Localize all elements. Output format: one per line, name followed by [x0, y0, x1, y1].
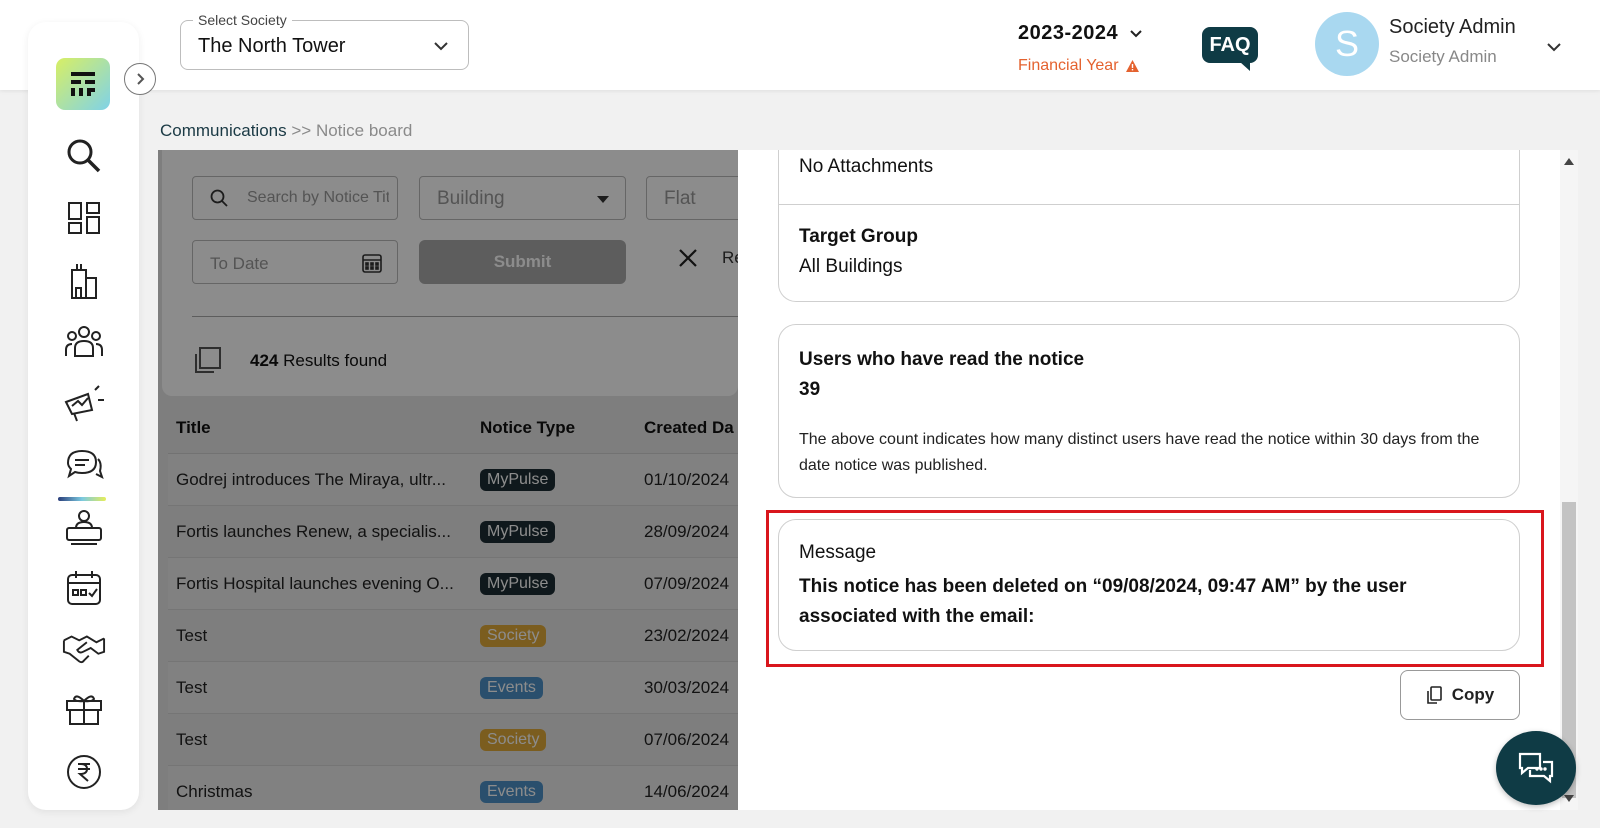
society-select-label: Select Society [193, 12, 292, 28]
financial-year-selector[interactable]: 2023-2024 Financial Year [1018, 22, 1144, 75]
read-count-note: The above count indicates how many disti… [799, 431, 1480, 474]
financial-year-label-text: Financial Year [1018, 57, 1119, 74]
breadcrumb-separator: >> [291, 121, 312, 140]
rupee-icon[interactable] [62, 750, 106, 794]
message-text: This notice has been deleted on “09/08/2… [799, 576, 1407, 627]
chevron-down-icon [1130, 29, 1142, 37]
copy-icon [1426, 686, 1442, 704]
announcement-icon[interactable] [62, 382, 106, 426]
message-label: Message [799, 542, 877, 563]
message-card: Message This notice has been deleted on … [778, 519, 1520, 651]
scroll-up-arrow-icon[interactable] [1564, 158, 1574, 165]
app-logo[interactable] [56, 58, 110, 110]
chat-support-button[interactable] [1496, 731, 1576, 805]
scroll-down-arrow-icon[interactable] [1564, 795, 1574, 802]
financial-year-label: Financial Year [1018, 57, 1144, 75]
user-info[interactable]: Society Admin Society Admin [1389, 16, 1516, 67]
chevron-down-icon [432, 37, 450, 60]
chevron-right-icon [137, 73, 145, 85]
breadcrumb-communications[interactable]: Communications [160, 121, 287, 140]
breadcrumb: Communications >> Notice board [160, 121, 412, 141]
chat-icon [1518, 752, 1554, 784]
sidebar-expand-button[interactable] [124, 63, 156, 95]
attachments-target-card: No Attachments Target Group All Building… [778, 150, 1520, 302]
copy-label: Copy [1451, 685, 1495, 704]
card-divider [779, 204, 1519, 205]
modal-backdrop[interactable] [158, 150, 738, 810]
panel-scrollbar[interactable] [1560, 150, 1578, 810]
user-name: Society Admin [1389, 16, 1516, 38]
notice-detail-panel: No Attachments Target Group All Building… [738, 150, 1560, 810]
read-count-card: Users who have read the notice 39 The ab… [778, 324, 1520, 498]
faq-button[interactable]: FAQ [1202, 27, 1258, 71]
warning-icon [1125, 60, 1139, 72]
user-menu-chevron-icon[interactable] [1545, 38, 1563, 61]
members-icon[interactable] [62, 320, 106, 364]
amenities-icon[interactable] [62, 688, 106, 732]
sidebar [28, 22, 139, 810]
financial-year-text: 2023-2024 [1018, 22, 1119, 44]
society-select[interactable]: Select Society The North Tower [180, 12, 469, 70]
building-icon[interactable] [62, 258, 106, 302]
read-count-label: Users who have read the notice [799, 349, 1085, 370]
financial-year-value[interactable]: 2023-2024 [1018, 22, 1144, 45]
breadcrumb-current: Notice board [315, 121, 413, 140]
society-select-value: The North Tower [198, 35, 346, 57]
helpdesk-icon[interactable] [62, 504, 106, 548]
dashboard-icon[interactable] [62, 196, 106, 240]
target-group-value: All Buildings [799, 256, 903, 277]
communications-icon[interactable] [62, 442, 106, 486]
partnership-icon[interactable] [62, 626, 106, 670]
search-icon[interactable] [62, 134, 106, 178]
calendar-icon[interactable] [62, 566, 106, 610]
active-nav-indicator [58, 497, 106, 501]
copy-button[interactable]: Copy [1400, 670, 1520, 720]
avatar[interactable]: S [1315, 12, 1379, 76]
target-group-label: Target Group [799, 226, 918, 247]
user-role: Society Admin [1389, 47, 1497, 66]
top-bar: Select Society The North Tower 2023-2024… [0, 0, 1600, 90]
read-count-value: 39 [799, 379, 821, 400]
attachments-text: No Attachments [799, 156, 934, 177]
logo-icon [71, 72, 95, 96]
